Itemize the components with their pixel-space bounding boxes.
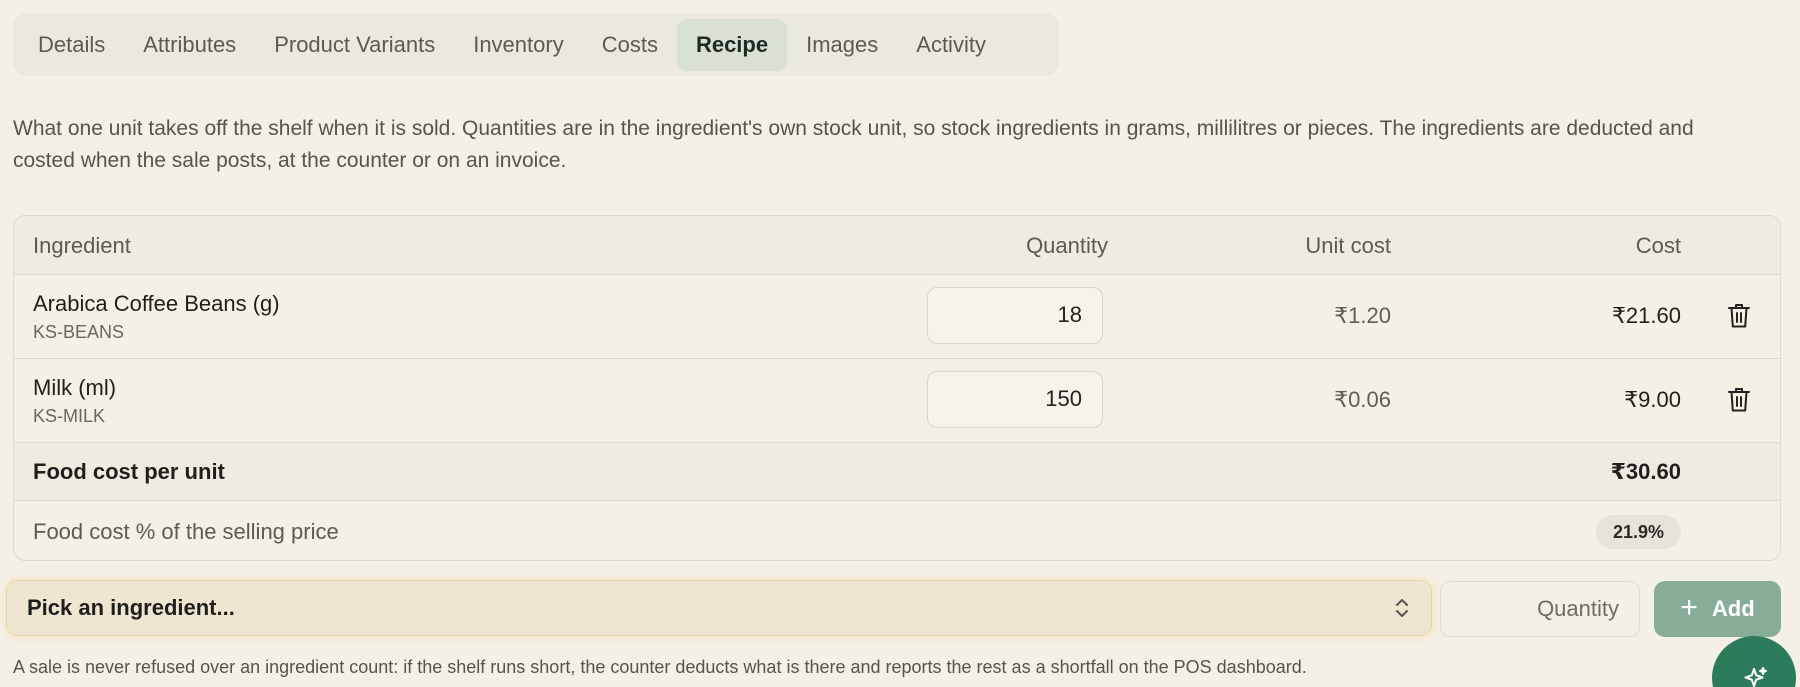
ingredient-name: Arabica Coffee Beans (g) xyxy=(33,291,280,316)
food-cost-percentage-badge: 21.9% xyxy=(1595,515,1681,549)
add-button-label: Add xyxy=(1711,596,1755,621)
header-cost: Cost xyxy=(1635,233,1681,258)
quantity-input[interactable]: 18 xyxy=(927,287,1103,344)
quantity-input[interactable]: 150 xyxy=(927,371,1103,428)
tab-recipe[interactable]: Recipe xyxy=(676,18,788,71)
tab-details[interactable]: Details xyxy=(19,19,124,71)
ingredient-sku: KS-MILK xyxy=(33,406,106,426)
add-ingredient-button[interactable]: + Add xyxy=(1654,581,1781,637)
tab-activity[interactable]: Activity xyxy=(897,19,1005,71)
table-header: Ingredient Quantity Unit cost Cost xyxy=(14,216,1780,274)
shortfall-note: A sale is never refused over an ingredie… xyxy=(13,657,1307,677)
ingredient-name: Milk (ml) xyxy=(33,375,117,400)
ingredient-sku: KS-BEANS xyxy=(33,322,125,342)
trash-icon[interactable] xyxy=(1727,303,1751,329)
plus-icon: + xyxy=(1680,590,1698,624)
line-cost: ₹21.60 xyxy=(1611,303,1681,328)
tab-attributes[interactable]: Attributes xyxy=(124,19,255,71)
recipe-description: What one unit takes off the shelf when i… xyxy=(13,117,1694,172)
tab-inventory[interactable]: Inventory xyxy=(454,19,583,71)
header-ingredient: Ingredient xyxy=(33,233,131,258)
new-quantity-input[interactable]: Quantity xyxy=(1440,581,1640,637)
recipe-table: Ingredient Quantity Unit cost Cost Arabi… xyxy=(13,215,1781,561)
header-unit-cost: Unit cost xyxy=(1305,233,1391,258)
ingredient-picker-label: Pick an ingredient... xyxy=(27,595,235,620)
line-cost: ₹9.00 xyxy=(1624,387,1681,412)
chevron-up-down-icon xyxy=(1396,599,1408,617)
food-cost-value: ₹30.60 xyxy=(1610,459,1681,484)
food-cost-label: Food cost per unit xyxy=(33,459,225,484)
unit-cost: ₹0.06 xyxy=(1334,387,1391,412)
tab-costs[interactable]: Costs xyxy=(583,19,677,71)
tab-product-variants[interactable]: Product Variants xyxy=(255,19,454,71)
food-cost-percentage-row: Food cost % of the selling price 21.9% xyxy=(14,500,1780,560)
unit-cost: ₹1.20 xyxy=(1334,303,1391,328)
table-row: Arabica Coffee Beans (g) KS-BEANS 18 ₹1.… xyxy=(14,274,1780,358)
assistant-button[interactable] xyxy=(1712,636,1796,687)
food-cost-total-row: Food cost per unit ₹30.60 xyxy=(14,442,1780,500)
sparkle-icon xyxy=(1744,667,1767,687)
ingredient-picker[interactable]: Pick an ingredient... xyxy=(6,580,1432,636)
tab-images[interactable]: Images xyxy=(787,19,897,71)
trash-icon[interactable] xyxy=(1727,387,1751,413)
table-row: Milk (ml) KS-MILK 150 ₹0.06 ₹9.00 xyxy=(14,358,1780,442)
food-cost-percentage-label: Food cost % of the selling price xyxy=(33,519,339,544)
header-quantity: Quantity xyxy=(1026,233,1108,258)
tab-bar: Details Attributes Product Variants Inve… xyxy=(13,13,1059,76)
